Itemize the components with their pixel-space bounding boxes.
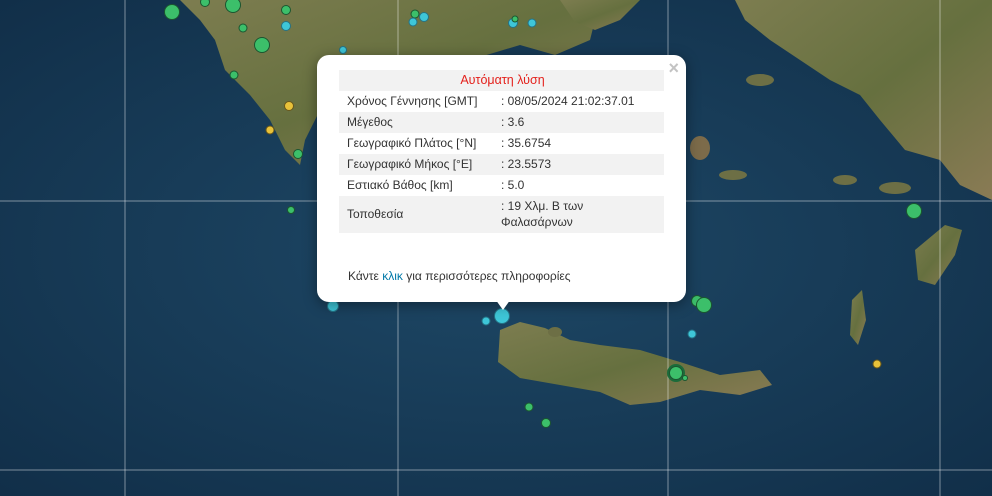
more-info-link[interactable]: κλικ [382,269,403,283]
popup-title: Αυτόματη λύση [339,70,664,91]
earthquake-marker[interactable] [281,21,291,31]
earthquake-marker[interactable] [281,5,291,15]
depth-label: Εστιακό Βάθος [km] [347,178,453,192]
depth-value: : 5.0 [501,178,525,192]
land-milos [690,136,710,160]
earthquake-marker[interactable] [164,4,180,20]
land-kos [833,175,857,185]
earthquake-marker[interactable] [254,37,270,53]
earthquake-marker[interactable] [339,46,347,54]
land-gavdos [548,327,562,337]
close-icon[interactable]: × [668,59,679,77]
earthquake-marker[interactable] [284,101,294,111]
earthquake-marker[interactable] [293,149,303,159]
earthquake-marker[interactable] [265,125,275,135]
more-info-suffix: για περισσότερες πληροφορίες [406,269,571,283]
latitude-label: Γεωγραφικό Πλάτος [°N] [347,136,477,150]
info-row: Γεωγραφικό Πλάτος [°N] : 35.6754 [339,133,664,154]
info-row: Μέγεθος : 3.6 [339,112,664,133]
magnitude-label: Μέγεθος [339,112,493,133]
info-row: Τοποθεσία : 19 Χλμ. Β των Φαλασάρνων [339,196,664,233]
earthquake-marker[interactable] [541,418,551,428]
earthquake-marker[interactable] [229,70,239,80]
more-info-prefix: Κάντε [348,269,379,283]
land-naxos [746,74,774,86]
earthquake-marker[interactable] [687,329,697,339]
location-value: : 19 Χλμ. Β των Φαλασάρνων [493,196,664,233]
earthquake-marker[interactable] [524,402,534,412]
longitude-value: : 23.5573 [493,154,664,175]
popup-tip [493,296,513,310]
info-row: Εστιακό Βάθος [km] : 5.0 [339,175,664,196]
earthquake-info-table: Αυτόματη λύση Χρόνος Γέννησης [GMT] : 08… [339,70,664,233]
earthquake-marker[interactable] [238,23,248,33]
earthquake-marker[interactable] [906,203,922,219]
more-info-line: Κάντε κλικ για περισσότερες πληροφορίες [348,269,571,283]
info-row: Γεωγραφικό Μήκος [°E] : 23.5573 [339,154,664,175]
earthquake-marker[interactable] [872,359,882,369]
land-astypalaia [879,182,911,194]
earthquake-marker[interactable] [419,12,429,22]
map-view[interactable]: × Αυτόματη λύση Χρόνος Γέννησης [GMT] : … [0,0,992,496]
earthquake-marker[interactable] [494,308,510,324]
earthquake-marker[interactable] [287,206,295,214]
earthquake-marker[interactable] [682,375,688,381]
info-row: Χρόνος Γέννησης [GMT] : 08/05/2024 21:02… [339,91,664,112]
earthquake-marker[interactable] [696,297,712,313]
popup-title-row: Αυτόματη λύση [339,70,664,91]
earthquake-marker[interactable] [481,316,491,326]
origin-time-value: : 08/05/2024 21:02:37.01 [501,94,635,108]
earthquake-marker[interactable] [408,17,418,27]
earthquake-marker[interactable] [527,18,537,28]
earthquake-marker[interactable] [669,366,683,380]
location-label: Τοποθεσία [339,196,493,233]
origin-time-label: Χρόνος Γέννησης [GMT] [347,94,478,108]
earthquake-popup: × Αυτόματη λύση Χρόνος Γέννησης [GMT] : … [317,55,686,302]
latitude-value: : 35.6754 [501,136,552,150]
magnitude-value: : 3.6 [493,112,664,133]
earthquake-marker[interactable] [511,15,519,23]
longitude-label: Γεωγραφικό Μήκος [°E] [339,154,493,175]
land-santorini [719,170,747,180]
